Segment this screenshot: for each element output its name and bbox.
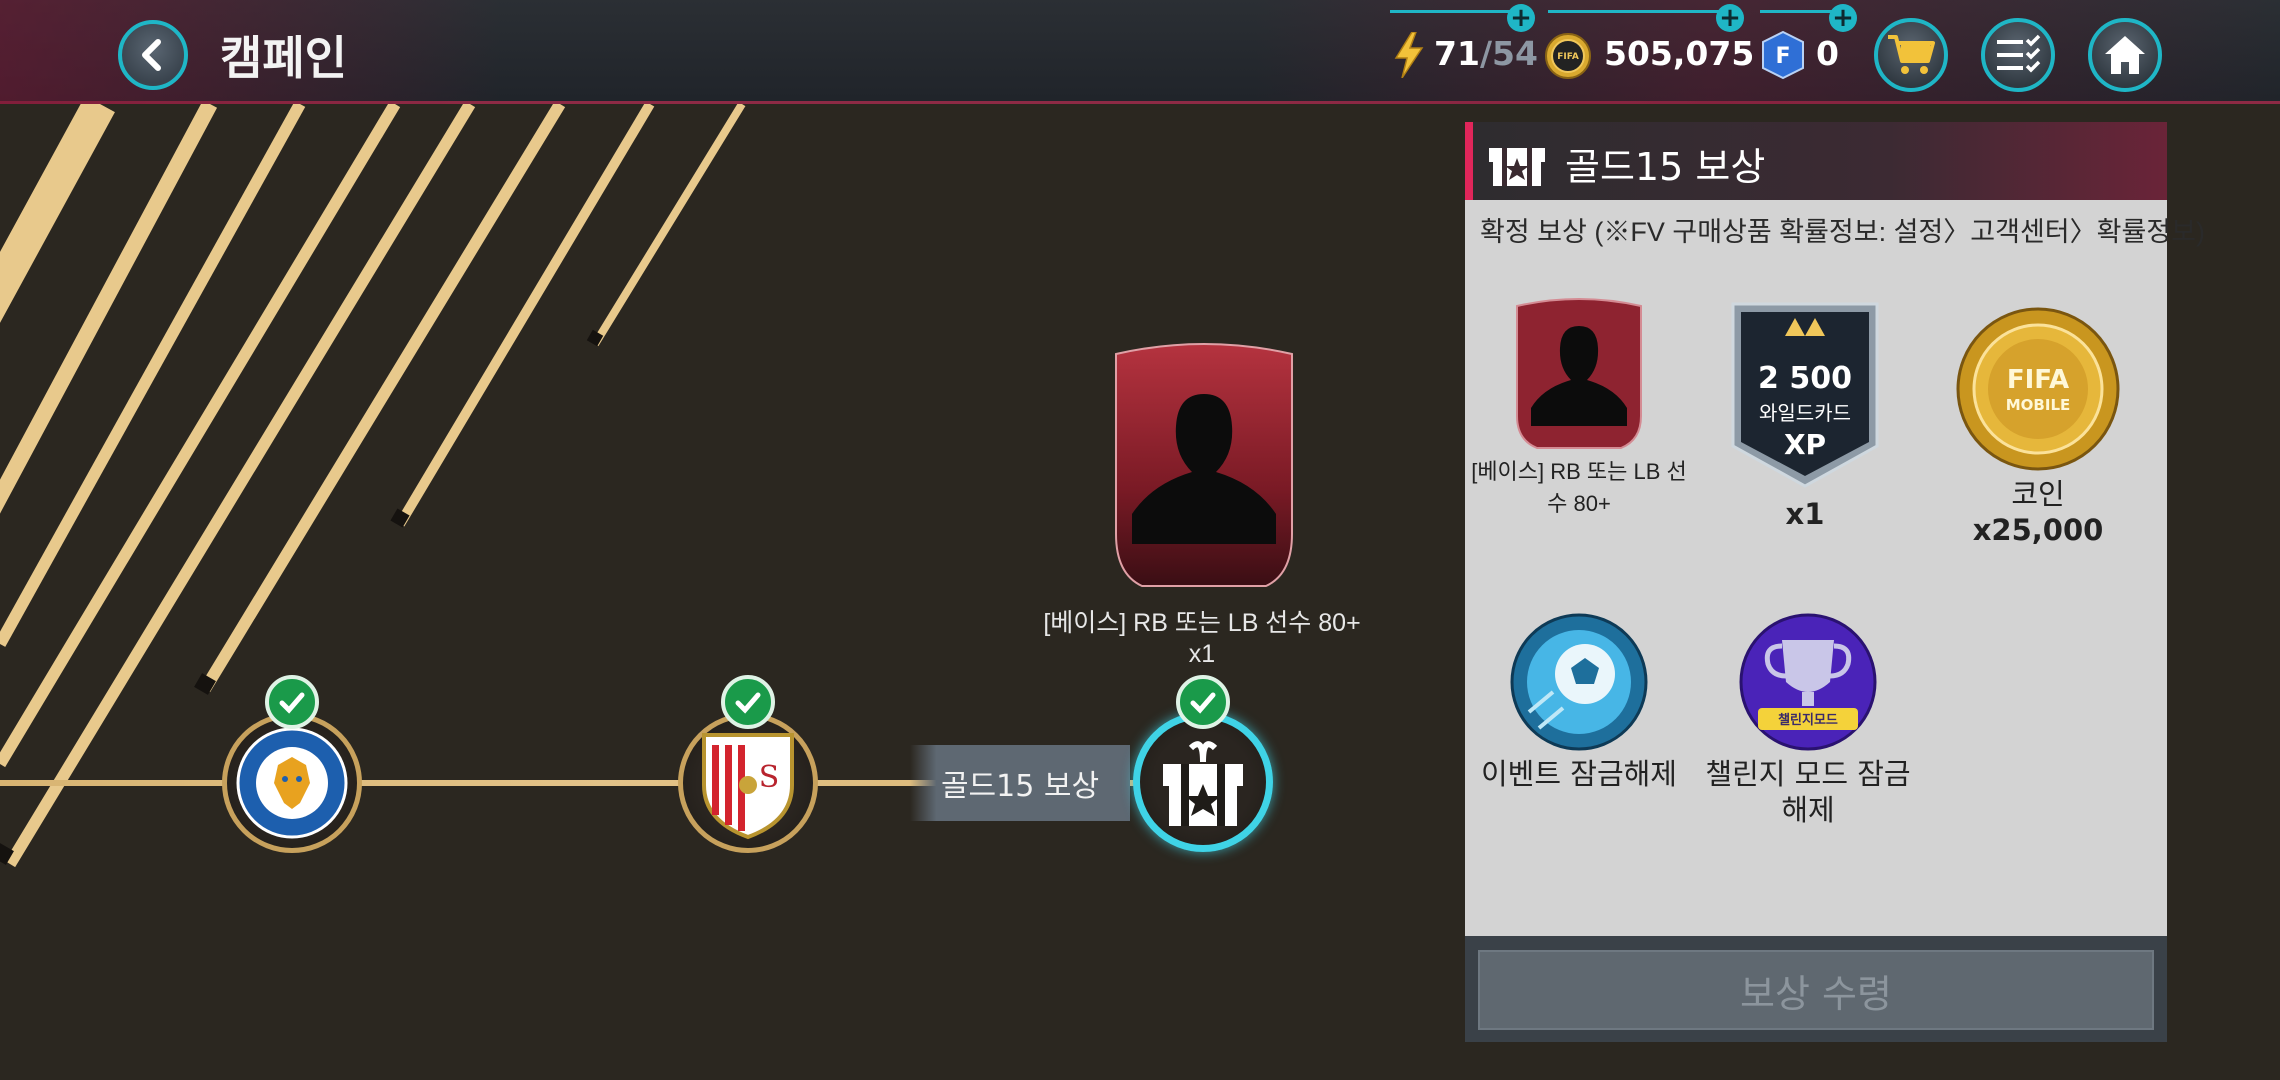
fifa-coin-icon: FIFA MOBILE	[1956, 307, 2120, 471]
energy-current: 71	[1434, 34, 1480, 73]
reward-card-caption: [베이스] RB 또는 LB 선수 80+ x1	[1020, 608, 1384, 670]
stage-node-sevilla[interactable]: S	[678, 713, 818, 853]
reward-item-label: [베이스] RB 또는 LB 선수 80+	[1471, 459, 1687, 516]
stage-node-reward[interactable]	[1133, 712, 1273, 852]
fifa-points-icon: F	[1762, 30, 1804, 80]
trophy-icon: 챌린지모드	[1739, 613, 1877, 751]
leicester-city-crest-icon	[236, 727, 348, 839]
add-points-button[interactable]: +	[1829, 4, 1857, 32]
challenge-banner: 챌린지모드	[1778, 712, 1838, 728]
sevilla-crest-icon: S	[702, 733, 794, 840]
coin-bar	[1548, 10, 1734, 13]
energy-bar	[1390, 10, 1524, 13]
reward-item-challenge-unlock[interactable]: 챌린지모드 챌린지 모드 잠금 해제	[1698, 612, 1918, 828]
quests-button[interactable]	[1981, 18, 2055, 92]
home-icon	[2105, 36, 2145, 74]
wildcard-xp-line: 와일드카드	[1759, 401, 1851, 425]
checklist-icon	[1997, 34, 2041, 73]
coin-balance: 505,075	[1604, 34, 1755, 73]
home-button[interactable]	[2088, 18, 2162, 92]
svg-text:F: F	[1775, 44, 1790, 69]
reward-card-qty: x1	[1188, 640, 1216, 668]
coin-text-mobile: MOBILE	[2006, 396, 2071, 414]
stage-node-leicester[interactable]	[222, 713, 362, 853]
gift-box-icon	[1489, 148, 1545, 186]
shop-button[interactable]	[1874, 18, 1948, 92]
lightning-icon	[1394, 32, 1424, 78]
checkmark-icon	[1190, 692, 1216, 714]
player-card-icon	[1516, 298, 1642, 449]
points-balance: 0	[1816, 34, 1839, 73]
add-coins-button[interactable]: +	[1716, 4, 1744, 32]
reward-panel-subtitle: 확정 보상 (※FV 구매상품 확률정보: 설정〉고객센터〉확률정보)	[1480, 217, 2205, 247]
page-title: 캠페인	[220, 31, 347, 85]
chevron-left-icon	[142, 39, 161, 71]
back-button[interactable]	[118, 20, 188, 90]
reward-item-wildcard-xp[interactable]: 2 500 와일드카드 XP x1	[1695, 296, 1915, 532]
player-card-image	[1115, 343, 1293, 587]
reward-item-coins[interactable]: FIFA MOBILE 코인 x25,000	[1928, 306, 2148, 548]
stage-complete-check	[1176, 675, 1230, 729]
checkmark-icon	[735, 692, 761, 714]
fifa-coin-icon: FIFA	[1545, 33, 1591, 79]
svg-text:S: S	[759, 760, 780, 795]
reward-card-name: [베이스] RB 또는 LB 선수 80+	[1043, 609, 1361, 637]
wildcard-xp-tag: XP	[1784, 428, 1826, 461]
reward-item-label: 챌린지 모드 잠금 해제	[1705, 757, 1911, 827]
reward-item-label: 이벤트 잠금해제	[1481, 757, 1677, 791]
energy-readout: 71/54	[1434, 34, 1538, 73]
stage-reward-label: 골드15 보상	[910, 745, 1130, 821]
reward-panel-title: 골드15 보상	[1565, 145, 1766, 189]
cart-icon	[1888, 35, 1935, 74]
reward-panel-header: 골드15 보상	[1465, 122, 2167, 200]
gift-box-icon	[1163, 741, 1243, 826]
coin-text-fifa: FIFA	[2007, 365, 2069, 395]
soccer-ball-icon	[1510, 613, 1648, 751]
svg-text:FIFA: FIFA	[1557, 52, 1579, 62]
reward-item-qty: x25,000	[1972, 513, 2104, 547]
reward-panel-footer: 보상 수령	[1465, 936, 2167, 1042]
reward-panel: 골드15 보상 확정 보상 (※FV 구매상품 확률정보: 설정〉고객센터〉확률…	[1465, 122, 2205, 1042]
reward-item-event-unlock[interactable]: 이벤트 잠금해제	[1469, 612, 1689, 792]
reward-item-player-card[interactable]: [베이스] RB 또는 LB 선수 80+	[1469, 292, 1689, 518]
wildcard-xp-card-icon: 2 500 와일드카드 XP	[1731, 302, 1879, 488]
checkmark-icon	[279, 692, 305, 714]
reward-item-label: 코인	[2011, 477, 2065, 511]
claim-reward-button[interactable]: 보상 수령	[1478, 950, 2154, 1030]
stage-complete-check	[265, 675, 319, 729]
reward-item-qty: x1	[1785, 497, 1825, 531]
background-stripes	[0, 104, 746, 868]
energy-max: /54	[1479, 34, 1538, 73]
wildcard-xp-amount: 2 500	[1758, 361, 1852, 396]
add-energy-button[interactable]: +	[1507, 4, 1535, 32]
top-bar: 캠페인 + 71/54 + FIFA 505,075 + F 0	[0, 0, 2280, 104]
stage-complete-check	[721, 675, 775, 729]
